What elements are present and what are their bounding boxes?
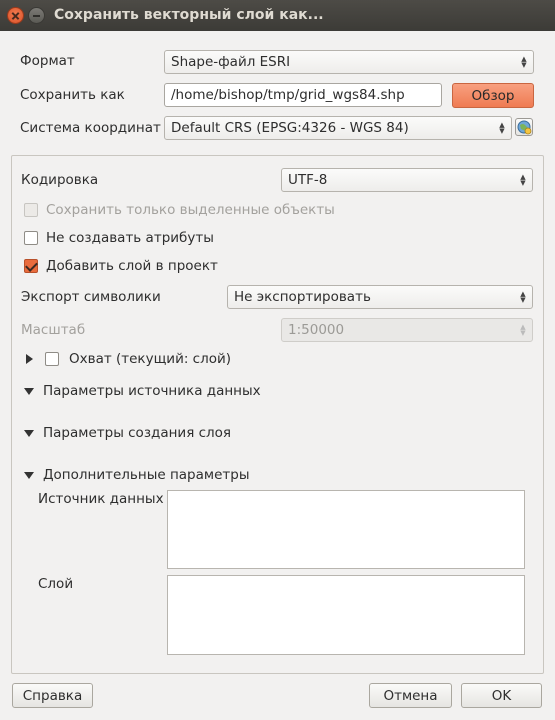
browse-button[interactable]: Обзор xyxy=(452,83,534,108)
layer-options-textarea[interactable] xyxy=(167,575,525,655)
scale-label: Масштаб xyxy=(21,322,86,338)
symbology-value: Не экспортировать xyxy=(234,289,371,305)
scale-select[interactable]: 1:50000 ▲ ▼ xyxy=(281,318,533,342)
crs-select[interactable]: Default CRS (EPSG:4326 - WGS 84) ▲ ▼ xyxy=(164,116,512,140)
custom-options-header[interactable]: Дополнительные параметры xyxy=(43,467,249,483)
window-title: Сохранить векторный слой как... xyxy=(54,7,324,23)
select-arrows-icon: ▲ ▼ xyxy=(521,55,527,69)
save-path-input[interactable]: /home/bishop/tmp/grid_wgs84.shp xyxy=(164,83,442,107)
extent-checkbox[interactable] xyxy=(45,352,59,366)
select-arrows-icon: ▲ ▼ xyxy=(499,121,505,135)
expand-arrow-icon[interactable] xyxy=(26,354,33,364)
title-bar: Сохранить векторный слой как... xyxy=(0,0,555,31)
symbology-label: Экспорт символики xyxy=(21,289,161,305)
encoding-value: UTF-8 xyxy=(288,172,328,188)
add-to-project-checkbox[interactable] xyxy=(24,259,38,273)
selected-only-checkbox[interactable] xyxy=(24,203,38,217)
select-arrows-icon: ▲ ▼ xyxy=(520,290,526,304)
collapse-arrow-icon[interactable] xyxy=(24,472,34,479)
crs-label: Система координат xyxy=(20,120,161,136)
encoding-label: Кодировка xyxy=(21,172,99,188)
globe-icon xyxy=(517,120,532,135)
save-as-label: Сохранить как xyxy=(20,87,125,103)
datasource-textarea-label: Источник данных xyxy=(38,491,164,507)
selected-only-label: Сохранить только выделенные объекты xyxy=(46,202,335,218)
scale-value: 1:50000 xyxy=(288,322,345,338)
crs-value: Default CRS (EPSG:4326 - WGS 84) xyxy=(171,120,409,136)
layer-textarea-label: Слой xyxy=(38,576,74,592)
no-attributes-checkbox[interactable] xyxy=(24,231,38,245)
layer-options-header[interactable]: Параметры создания слоя xyxy=(43,425,231,441)
collapse-arrow-icon[interactable] xyxy=(24,388,34,395)
encoding-select[interactable]: UTF-8 ▲ ▼ xyxy=(281,168,533,192)
format-select[interactable]: Shape-файл ESRI ▲ ▼ xyxy=(164,50,534,74)
save-path-value: /home/bishop/tmp/grid_wgs84.shp xyxy=(171,87,405,103)
minimize-window-button[interactable] xyxy=(28,7,45,24)
crs-selector-button[interactable] xyxy=(515,118,533,136)
datasource-options-textarea[interactable] xyxy=(167,490,525,569)
collapse-arrow-icon[interactable] xyxy=(24,430,34,437)
cancel-button[interactable]: Отмена xyxy=(369,683,452,708)
ok-button[interactable]: OK xyxy=(461,683,542,708)
symbology-select[interactable]: Не экспортировать ▲ ▼ xyxy=(227,285,533,309)
no-attributes-label: Не создавать атрибуты xyxy=(46,230,214,246)
datasource-options-header[interactable]: Параметры источника данных xyxy=(43,383,261,399)
select-arrows-icon: ▲ ▼ xyxy=(520,323,526,337)
select-arrows-icon: ▲ ▼ xyxy=(520,173,526,187)
extent-label: Охват (текущий: слой) xyxy=(69,351,232,367)
add-to-project-label: Добавить слой в проект xyxy=(46,258,218,274)
format-label: Формат xyxy=(20,53,75,69)
help-button[interactable]: Справка xyxy=(12,683,93,708)
close-window-button[interactable] xyxy=(7,7,24,24)
format-value: Shape-файл ESRI xyxy=(171,54,291,70)
